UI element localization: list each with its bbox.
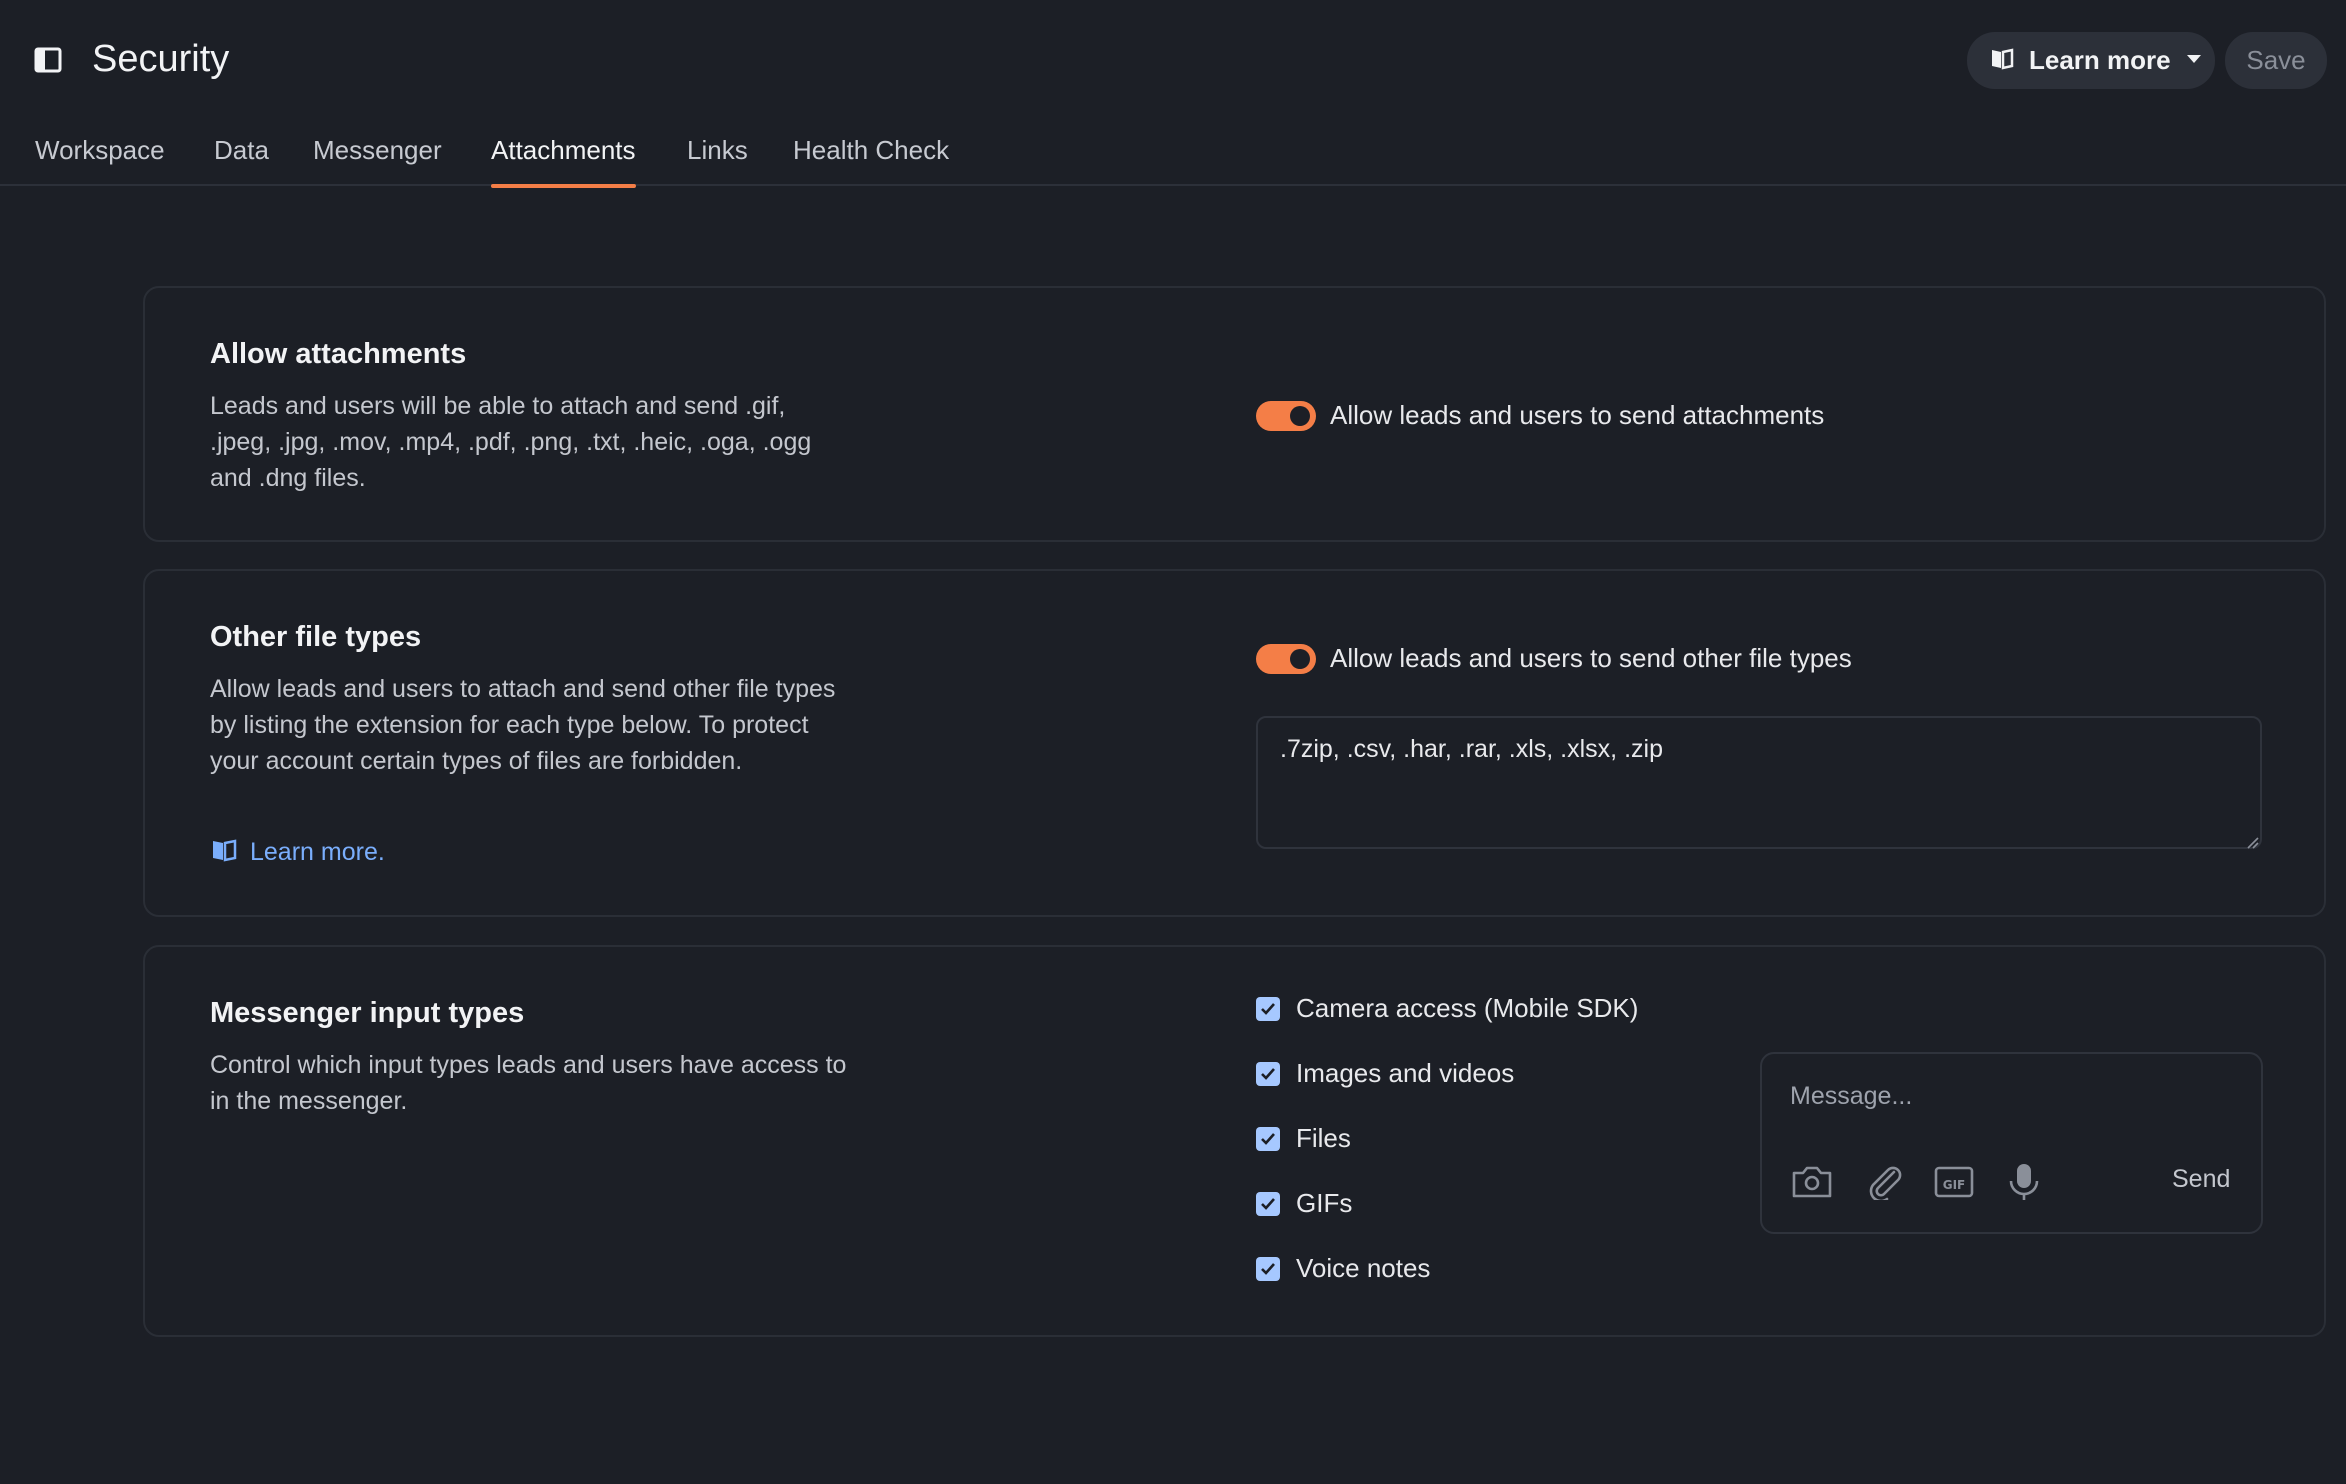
checkbox-checked-icon[interactable] xyxy=(1256,1256,1280,1281)
other-file-types-description: Allow leads and users to attach and send… xyxy=(210,675,836,775)
option-label: Camera access (Mobile SDK) xyxy=(1296,993,1639,1023)
allow-attachments-card: Allow attachments Leads and users will b… xyxy=(143,286,2326,542)
other-file-types-toggle-row[interactable]: Allow leads and users to send other file… xyxy=(1256,643,1852,674)
checkbox-checked-icon[interactable] xyxy=(1256,996,1280,1021)
tab-messenger[interactable]: Messenger xyxy=(313,134,442,166)
tab-data[interactable]: Data xyxy=(214,134,269,166)
other-file-types-card: Other file types Allow leads and users t… xyxy=(143,569,2326,917)
book-icon xyxy=(210,837,238,868)
messenger-input-types-card: Messenger input types Control which inpu… xyxy=(143,945,2326,1337)
messenger-composer-preview: Message... GIF Send xyxy=(1760,1052,2263,1234)
message-placeholder: Message... xyxy=(1790,1082,1913,1110)
save-button[interactable]: Save xyxy=(2225,32,2327,89)
tab-health-check[interactable]: Health Check xyxy=(793,134,949,166)
tab-attachments[interactable]: Attachments xyxy=(491,134,636,188)
other-file-types-toggle[interactable] xyxy=(1256,643,1316,674)
allow-attachments-toggle-row[interactable]: Allow leads and users to send attachment… xyxy=(1256,400,1824,431)
page-title: Security xyxy=(92,38,230,80)
option-files[interactable]: Files xyxy=(1256,1123,1351,1154)
option-label: Files xyxy=(1296,1123,1351,1153)
allow-attachments-toggle[interactable] xyxy=(1256,400,1316,431)
checkbox-checked-icon[interactable] xyxy=(1256,1061,1280,1086)
option-label: Images and videos xyxy=(1296,1058,1515,1088)
other-file-types-toggle-label: Allow leads and users to send other file… xyxy=(1330,643,1852,673)
caret-down-icon xyxy=(2185,52,2203,70)
resize-grip-icon[interactable] xyxy=(2245,835,2259,849)
camera-icon[interactable] xyxy=(1790,1162,1834,1202)
option-label: Voice notes xyxy=(1296,1253,1431,1283)
sidebar-toggle-icon[interactable] xyxy=(34,46,62,74)
tab-bar: Workspace Data Messenger Attachments Lin… xyxy=(0,120,2346,188)
tab-links[interactable]: Links xyxy=(687,134,748,166)
other-file-types-title: Other file types xyxy=(210,621,422,653)
option-images-videos[interactable]: Images and videos xyxy=(1256,1058,1514,1089)
checkbox-checked-icon[interactable] xyxy=(1256,1191,1280,1216)
allow-attachments-title: Allow attachments xyxy=(210,338,467,370)
option-label: GIFs xyxy=(1296,1188,1353,1218)
gif-icon-label: GIF xyxy=(1943,1178,1966,1192)
option-camera-access[interactable]: Camera access (Mobile SDK) xyxy=(1256,993,1638,1024)
messenger-input-types-description: Control which input types leads and user… xyxy=(210,1051,847,1115)
microphone-icon[interactable] xyxy=(2002,1162,2046,1202)
security-settings-page: Security Learn more Save Workspace Data … xyxy=(0,0,2346,1484)
learn-more-link-label: Learn more. xyxy=(250,838,385,866)
tab-workspace[interactable]: Workspace xyxy=(35,134,165,166)
learn-more-dropdown-button[interactable]: Learn more xyxy=(1967,32,2215,89)
learn-more-link[interactable]: Learn more. xyxy=(210,837,385,868)
file-extensions-input[interactable]: .7zip, .csv, .har, .rar, .xls, .xlsx, .z… xyxy=(1256,716,2262,849)
option-voice-notes[interactable]: Voice notes xyxy=(1256,1253,1430,1284)
checkbox-checked-icon[interactable] xyxy=(1256,1126,1280,1151)
option-gifs[interactable]: GIFs xyxy=(1256,1188,1352,1219)
gif-icon[interactable]: GIF xyxy=(1932,1162,1976,1202)
learn-more-label: Learn more xyxy=(2029,45,2171,75)
paperclip-icon[interactable] xyxy=(1862,1162,1906,1202)
page-header: Security Learn more Save xyxy=(0,0,2346,120)
allow-attachments-description: Leads and users will be able to attach a… xyxy=(210,392,812,492)
send-button[interactable]: Send xyxy=(2172,1165,2230,1194)
messenger-input-types-title: Messenger input types xyxy=(210,997,525,1029)
allow-attachments-toggle-label: Allow leads and users to send attachment… xyxy=(1330,400,1825,430)
book-icon xyxy=(1989,45,2015,76)
